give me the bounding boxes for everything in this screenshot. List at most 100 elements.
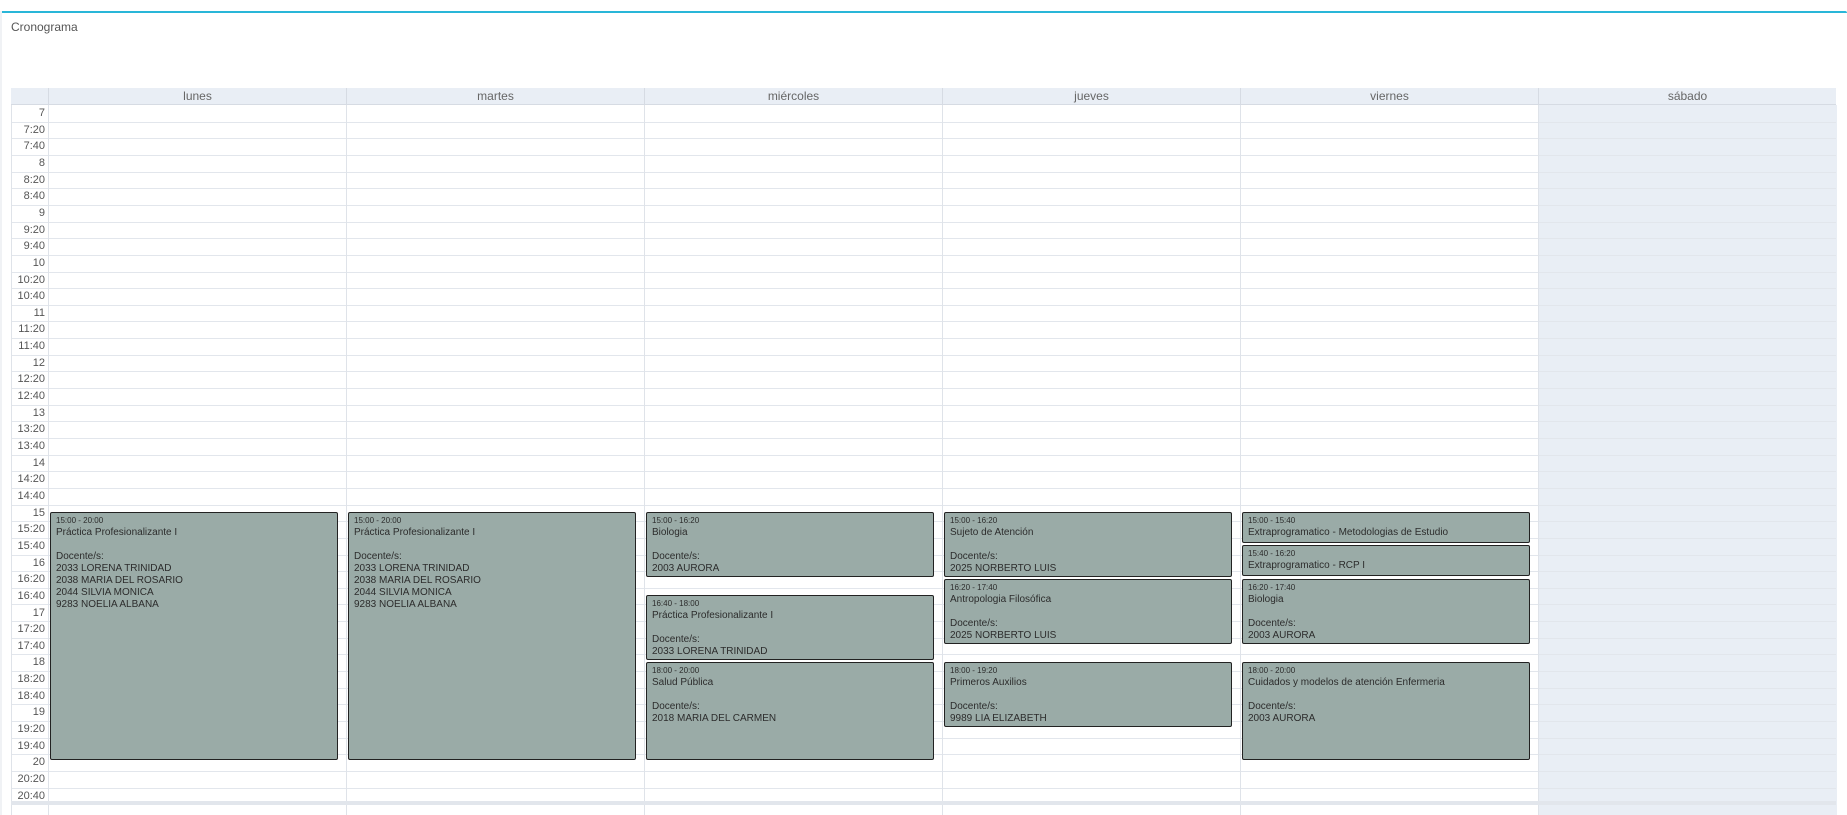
time-label: 19:40 xyxy=(17,740,45,752)
calendar-event[interactable]: 15:00 - 16:20 Sujeto de Atención Docente/s… xyxy=(944,512,1232,577)
time-row-line xyxy=(11,771,1836,772)
panel-left-border xyxy=(0,11,2,815)
time-label: 17 xyxy=(32,607,45,619)
event-time: 15:00 - 20:00 xyxy=(354,516,402,525)
event-time: 16:20 - 17:40 xyxy=(1248,583,1296,592)
event-docente: 2044 SILVIA MONICA xyxy=(354,587,452,598)
calendar-event[interactable]: 18:00 - 20:00 Cuidados y modelos de atenc… xyxy=(1242,662,1530,760)
event-docente: 9283 NOELIA ALBANA xyxy=(354,599,457,610)
time-row-line xyxy=(11,272,1836,273)
time-label: 20:20 xyxy=(17,773,45,785)
event-time: 18:00 - 20:00 xyxy=(1248,666,1296,675)
time-label: 17:40 xyxy=(17,640,45,652)
calendar-event[interactable]: 16:40 - 18:00 Práctica Profesionalizante … xyxy=(646,595,934,660)
event-docente: 2033 LORENA TRINIDAD xyxy=(652,646,768,657)
time-label: 13:40 xyxy=(17,440,45,452)
time-label: 14 xyxy=(32,457,45,469)
event-docentes-label: Docente/s: xyxy=(950,618,998,629)
calendar-event[interactable]: 18:00 - 19:20 Primeros Auxilios Docente/s:… xyxy=(944,662,1232,727)
time-label: 8 xyxy=(38,157,45,169)
event-docentes-label: Docente/s: xyxy=(1248,701,1296,712)
time-label: 9 xyxy=(38,207,45,219)
time-row-line xyxy=(11,321,1836,322)
calendar-event[interactable]: 16:20 - 17:40 Antropologia Filosófica Doce… xyxy=(944,579,1232,644)
event-title: Primeros Auxilios xyxy=(950,677,1027,688)
time-column-divider xyxy=(11,105,12,815)
calendar-event[interactable]: 18:00 - 20:00 Salud Pública Docente/s: 2018… xyxy=(646,662,934,760)
event-docente: 2003 AURORA xyxy=(1248,713,1316,724)
calendar-event[interactable]: 15:00 - 15:40 Extraprogramatico - Metodol… xyxy=(1242,512,1530,543)
event-docente: 2044 SILVIA MONICA xyxy=(56,587,154,598)
day-column-divider xyxy=(346,105,347,815)
event-title: Biologia xyxy=(1248,594,1284,605)
day-column-divider xyxy=(942,105,943,815)
time-label: 10:40 xyxy=(17,290,45,302)
event-docente: 2038 MARIA DEL ROSARIO xyxy=(56,575,183,586)
event-docentes-label: Docente/s: xyxy=(652,634,700,645)
time-row-line xyxy=(11,371,1836,372)
event-docente: 2033 LORENA TRINIDAD xyxy=(354,563,470,574)
event-docente: 2003 AURORA xyxy=(652,563,720,574)
time-label: 18 xyxy=(32,656,45,668)
calendar-event[interactable]: 16:20 - 17:40 Biologia Docente/s: 2003 AURO… xyxy=(1242,579,1530,644)
event-title: Extraprogramatico - RCP I xyxy=(1248,560,1366,571)
calendar-event[interactable]: 15:00 - 20:00 Práctica Profesionalizante … xyxy=(50,512,338,760)
event-title: Práctica Profesionalizante I xyxy=(652,610,774,621)
event-title: Práctica Profesionalizante I xyxy=(56,527,178,538)
calendar-event[interactable]: 15:00 - 20:00 Práctica Profesionalizante … xyxy=(348,512,636,760)
time-label: 9:40 xyxy=(23,240,45,252)
event-time: 16:20 - 17:40 xyxy=(950,583,998,592)
time-row-line xyxy=(11,122,1836,123)
event-docente: 2025 NORBERTO LUIS xyxy=(950,630,1057,641)
time-row-line xyxy=(11,238,1836,239)
day-column-divider xyxy=(48,105,49,815)
calendar-event[interactable]: 15:40 - 16:20 Extraprogramatico - RCP I xyxy=(1242,545,1530,576)
calendar-event[interactable]: 15:00 - 16:20 Biologia Docente/s: 2003 AURO… xyxy=(646,512,934,577)
time-row-line xyxy=(11,388,1836,389)
time-label: 10 xyxy=(32,257,45,269)
event-docentes-label: Docente/s: xyxy=(354,551,402,562)
time-label: 7:40 xyxy=(23,140,45,152)
time-label: 13 xyxy=(32,407,45,419)
event-title: Salud Pública xyxy=(652,677,714,688)
time-label: 18:40 xyxy=(17,690,45,702)
time-label: 13:20 xyxy=(17,423,45,435)
time-row-line xyxy=(11,188,1836,189)
event-docente: 9283 NOELIA ALBANA xyxy=(56,599,159,610)
time-label: 10:20 xyxy=(17,274,45,286)
time-label: 8:40 xyxy=(23,190,45,202)
time-row-line xyxy=(11,172,1836,173)
time-label: 18:20 xyxy=(17,673,45,685)
event-title: Biologia xyxy=(652,527,688,538)
event-docentes-label: Docente/s: xyxy=(1248,618,1296,629)
day-header-5: sábado xyxy=(1538,88,1836,104)
time-label: 16:20 xyxy=(17,573,45,585)
time-label: 7:20 xyxy=(23,124,45,136)
day-header-2: miércoles xyxy=(644,88,942,104)
day-column-divider xyxy=(1240,105,1241,815)
event-docente: 2003 AURORA xyxy=(1248,630,1316,641)
time-label: 16 xyxy=(32,557,45,569)
time-row-line xyxy=(11,222,1836,223)
event-docentes-label: Docente/s: xyxy=(652,701,700,712)
time-label: 16:40 xyxy=(17,590,45,602)
time-label: 14:40 xyxy=(17,490,45,502)
time-label: 17:20 xyxy=(17,623,45,635)
event-title: Práctica Profesionalizante I xyxy=(354,527,476,538)
panel-title: Cronograma xyxy=(11,20,78,34)
time-label: 15:20 xyxy=(17,523,45,535)
time-row-line xyxy=(11,305,1836,306)
time-label: 12 xyxy=(32,357,45,369)
time-label: 11:40 xyxy=(18,340,45,352)
event-docentes-label: Docente/s: xyxy=(950,701,998,712)
time-label: 15 xyxy=(32,507,45,519)
day-header-4: viernes xyxy=(1240,88,1538,104)
time-row-line xyxy=(11,338,1836,339)
event-title: Sujeto de Atención xyxy=(950,527,1034,538)
time-label: 11:20 xyxy=(18,323,45,335)
day-header-3: jueves xyxy=(942,88,1240,104)
time-label: 19 xyxy=(32,706,45,718)
day-column-divider xyxy=(644,105,645,815)
saturday-column xyxy=(1538,105,1837,815)
time-row-line xyxy=(11,421,1836,422)
